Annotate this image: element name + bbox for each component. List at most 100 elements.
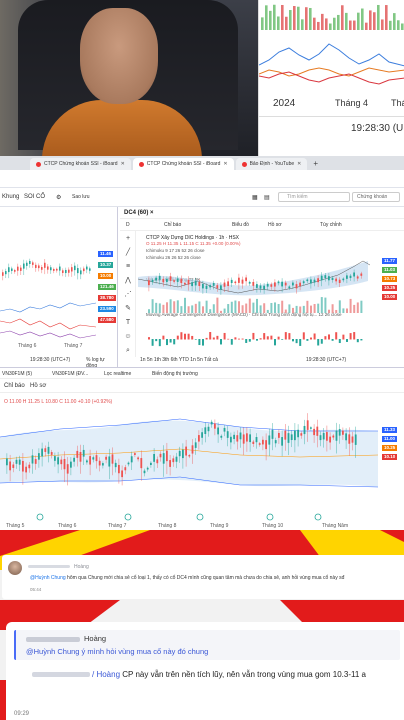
browser-tab-1[interactable]: CTCP Chứng khoán SSI - iBoard ✕ [30, 158, 131, 170]
profile-button[interactable]: Hồ sơ [268, 222, 282, 228]
candle [332, 435, 335, 438]
text-icon[interactable]: T [124, 319, 132, 327]
volume-bar [297, 6, 300, 30]
gear-icon[interactable]: ⚙ [56, 194, 61, 201]
event-marker-icon [124, 513, 132, 521]
candle [198, 281, 201, 286]
range-selector[interactable]: 1n 5n 1th 3th 6th YTD 1n 5n Tất cả [140, 357, 218, 363]
candle [79, 452, 82, 462]
search-input[interactable]: Tìm kiếm [278, 192, 350, 202]
candle [180, 278, 183, 284]
candle [57, 457, 59, 465]
trendline-icon[interactable]: ╱ [124, 249, 132, 257]
volume-bar [216, 297, 219, 313]
price-label: 11.33 [382, 427, 398, 433]
emoji-icon[interactable]: ☺ [124, 333, 132, 341]
mention-link[interactable]: / Hoàng [92, 670, 120, 679]
candle [349, 275, 352, 279]
indicators-button[interactable]: Chỉ báo [164, 222, 181, 228]
interval-button[interactable]: D [126, 222, 130, 228]
ruler-icon[interactable]: ⌕ [124, 347, 132, 355]
browser-address-bar[interactable] [0, 170, 404, 188]
divider [259, 116, 404, 117]
horizontal-line-icon[interactable]: ≡ [124, 263, 132, 271]
candle [241, 279, 244, 284]
event-marker-icon [266, 513, 274, 521]
month-label: Tháng 5 [6, 523, 25, 529]
candle [214, 423, 216, 429]
tab-label: CTCP Chứng khoán SSI - iBoard [146, 161, 221, 167]
grid-icon[interactable]: ▤ [264, 194, 270, 201]
candle [356, 276, 359, 279]
month-label: Tháng 10 [262, 523, 284, 529]
tab-vn30f1m[interactable]: VN30F1M (5) [2, 371, 32, 377]
favicon-icon [138, 161, 144, 167]
candle [47, 446, 50, 454]
brush-icon[interactable]: ✎ [124, 305, 132, 313]
tab-realtime-filter[interactable]: Lọc realtime [104, 371, 131, 377]
mention-link[interactable]: @Huỳnh Chung [30, 575, 66, 581]
candle [121, 470, 123, 478]
customize-button[interactable]: Tùy chỉnh [320, 222, 342, 228]
new-tab-button[interactable]: + [309, 158, 322, 170]
close-icon[interactable]: ✕ [223, 161, 227, 167]
chart-type-button[interactable]: Biểu đồ [232, 222, 249, 228]
browser-tab-2[interactable]: CTCP Chứng khoán SSI - iBoard ✕ [132, 158, 234, 170]
volume-bar [158, 303, 161, 313]
toolbar-item-khung[interactable]: Khung [2, 194, 19, 200]
candle [319, 435, 322, 441]
tab-vn30f1m-dv[interactable]: VN30F1M (ĐV... [52, 371, 88, 377]
volume-bar [331, 304, 334, 313]
candle [194, 442, 197, 448]
quoted-message[interactable]: Hoàng @Huỳnh Chung ý mình hỏi vùng mua c… [14, 630, 400, 660]
toolbar-item-save[interactable]: Sao lưu [72, 194, 90, 200]
candle [220, 435, 223, 438]
candle [313, 279, 316, 283]
crosshair-icon[interactable]: + [124, 235, 132, 243]
layout-icon[interactable]: ▦ [252, 194, 258, 201]
close-icon[interactable]: ✕ [121, 161, 125, 167]
browser-tab-bar: CTCP Chứng khoán SSI - iBoard ✕ CTCP Chứ… [0, 156, 404, 170]
candle [182, 449, 184, 459]
chart-tab-title[interactable]: DC4 (60) × [120, 207, 404, 219]
candle [223, 282, 226, 287]
macd-bar [234, 337, 237, 340]
reply-text: / Hoàng CP này vẫn trên nền tích lũy, nê… [32, 670, 366, 679]
bottom-tab-bar: VN30F1M (5) VN30F1M (ĐV... Lọc realtime … [0, 367, 404, 379]
indicators-button[interactable]: Chỉ báo [4, 383, 25, 389]
candle [324, 275, 327, 279]
macd-bar [284, 332, 287, 340]
candle [28, 464, 31, 469]
fib-icon[interactable]: ⋰ [124, 291, 132, 299]
candle [159, 453, 162, 458]
candle [175, 456, 178, 462]
pattern-icon[interactable]: ⋀ [124, 277, 132, 285]
volume-bar [328, 309, 330, 313]
profile-button[interactable]: Hồ sơ [30, 383, 46, 389]
comment-time: 05:44 [30, 587, 42, 592]
main-chart[interactable]: DC4 (60) × D Chỉ báo Biểu đồ Hồ sơ Tùy c… [120, 207, 404, 367]
volume-bar [333, 17, 336, 30]
left-month-label: Tháng 7 [64, 343, 83, 349]
candle [322, 432, 325, 440]
left-chart[interactable]: 11.46 10.37 10.00 121.46 38.780 23.590 47.580 … [0, 207, 118, 369]
macd-bar [205, 337, 208, 340]
tab-market-movement[interactable]: Biến động thị trường [152, 371, 198, 377]
candle [294, 430, 296, 441]
browser-tab-3[interactable]: Bảo Định - YouTube ✕ [235, 158, 308, 170]
candle [5, 271, 7, 275]
close-icon[interactable]: ✕ [297, 161, 301, 167]
volume-bar [281, 4, 284, 30]
volume-bar [202, 306, 204, 313]
price-label: 10.73 [382, 276, 398, 282]
candle [162, 278, 165, 283]
macd-bar [241, 338, 244, 340]
candle [360, 273, 363, 276]
candle [252, 281, 255, 286]
macd-bar [313, 333, 316, 340]
candle [130, 456, 133, 463]
toolbar-item-soi-co[interactable]: SOI CỔ [24, 194, 45, 200]
big-chart[interactable]: O 11.00 H 11.25 L 10.80 C 11.00 +0.10 (+… [0, 393, 404, 530]
account-select[interactable]: Chứng khoán [352, 192, 400, 202]
candle [173, 280, 175, 282]
